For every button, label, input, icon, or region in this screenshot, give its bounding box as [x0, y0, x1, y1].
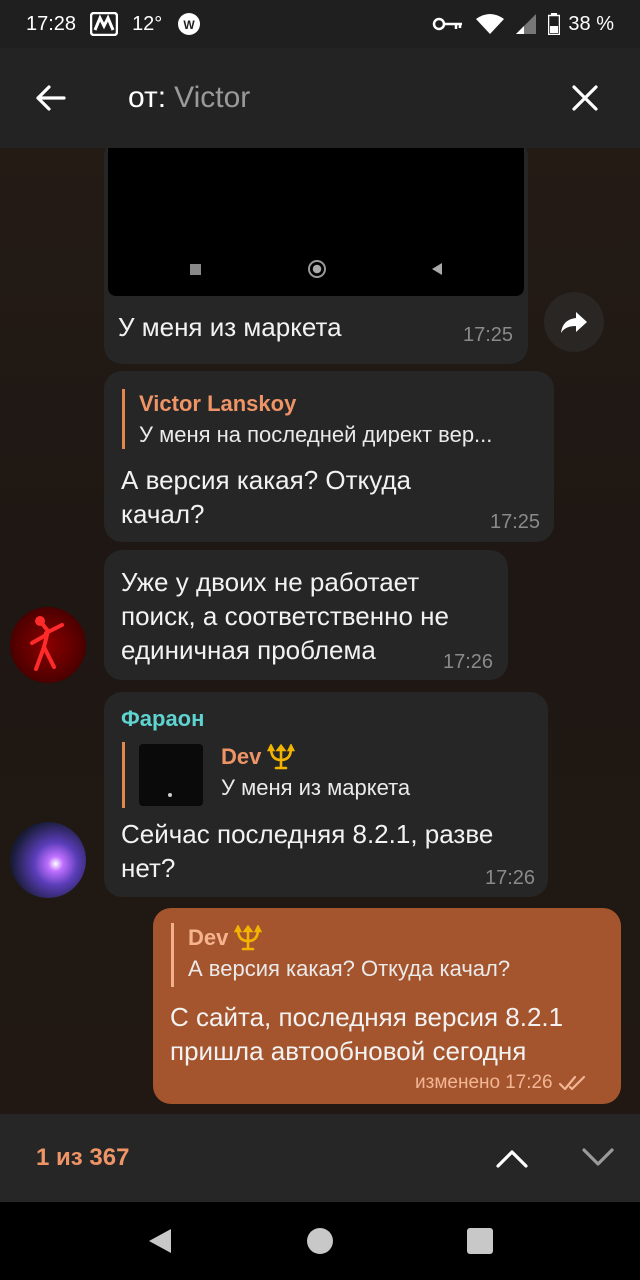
message-bubble[interactable]: Victor Lanskoy У меня на последней дирек…	[104, 371, 554, 542]
search-results-bar: 1 из 367	[0, 1114, 640, 1202]
wifi-icon	[474, 13, 506, 35]
message-bubble[interactable]: Фараон Dev У меня из маркета Сейчас посл…	[104, 692, 548, 897]
status-temperature: 12°	[132, 12, 163, 35]
app-m-icon	[90, 12, 119, 36]
battery-level: 38 %	[568, 12, 614, 35]
message-line: единичная проблема	[121, 635, 376, 665]
triangle-nav-icon	[432, 263, 442, 275]
reply-author-label: Dev	[188, 925, 229, 950]
avatar[interactable]	[10, 607, 86, 683]
message-line: нет?	[121, 853, 176, 883]
message-time: 17:26	[485, 867, 536, 889]
message-text: С сайта, последняя версия 8.2.1 пришла а…	[170, 1000, 563, 1068]
back-button[interactable]	[0, 48, 100, 148]
message-time: 17:25	[490, 511, 541, 533]
weather-icon: W	[176, 11, 202, 37]
triangle-back-icon	[149, 1229, 171, 1253]
recents-square-icon	[467, 1228, 493, 1254]
reply-content: Dev У меня из маркета	[221, 742, 521, 804]
message-time: 17:26	[443, 651, 494, 673]
search-header: от:	[0, 48, 640, 148]
reply-author-label: Dev	[221, 744, 262, 769]
signal-icon	[514, 13, 540, 35]
message-bubble[interactable]: У меня из маркета 17:25	[104, 148, 528, 364]
message-line: пришла автообновой сегодня	[170, 1036, 527, 1066]
thumbnail-dot	[168, 793, 172, 797]
status-time: 17:28	[26, 12, 77, 35]
message-time: 17:26	[505, 1072, 553, 1093]
battery-icon	[548, 13, 561, 35]
reply-author: Victor Lanskoy	[139, 391, 297, 416]
previous-result-button[interactable]	[472, 1114, 552, 1202]
svg-text:W: W	[184, 18, 196, 32]
message-text: Уже у двоих не работает поиск, а соответ…	[121, 565, 449, 667]
message-line: Сейчас последняя 8.2.1, разве	[121, 819, 494, 849]
reply-author: Dev	[188, 923, 601, 953]
message-text: У меня из маркета	[118, 312, 342, 342]
close-search-button[interactable]	[540, 48, 630, 148]
chat-area[interactable]: У меня из маркета 17:25 Victor Lanskoy У…	[0, 148, 640, 1114]
search-input[interactable]	[174, 81, 535, 115]
chevron-up-icon	[496, 1150, 528, 1168]
reply-author: Dev	[221, 742, 521, 772]
chevron-down-icon	[582, 1148, 614, 1166]
home-circle-icon	[307, 1228, 333, 1254]
share-arrow-icon	[561, 312, 587, 333]
status-bar: 17:28 12° W 38 %	[0, 0, 640, 48]
trident-icon	[267, 744, 296, 770]
trident-icon	[234, 925, 263, 951]
next-result-button[interactable]	[558, 1114, 638, 1202]
message-line: поиск, а соответственно не	[121, 601, 449, 631]
reply-thumbnail	[139, 744, 203, 806]
edited-label: изменено	[415, 1072, 501, 1093]
message-line: С сайта, последняя версия 8.2.1	[170, 1002, 564, 1032]
reply-quote[interactable]: Dev А версия какая? Откуда качал?	[171, 923, 601, 987]
message-meta: изменено 17:26	[415, 1072, 588, 1094]
message-line: качал?	[121, 499, 205, 529]
system-back-button[interactable]	[120, 1202, 200, 1280]
avatar[interactable]	[10, 822, 86, 898]
circle-nav-icon	[308, 260, 326, 278]
sender-name[interactable]: Фараон	[121, 706, 204, 732]
message-time: 17:25	[463, 324, 514, 346]
reply-snippet: У меня из маркета	[221, 775, 411, 800]
arrow-left-icon	[36, 85, 66, 111]
square-nav-icon	[190, 264, 201, 275]
search-filter-label: от:	[128, 81, 167, 114]
system-home-button[interactable]	[280, 1202, 360, 1280]
system-navigation-bar	[0, 1202, 640, 1280]
search-result-counter: 1 из 367	[36, 1144, 130, 1171]
system-recents-button[interactable]	[440, 1202, 520, 1280]
forward-button[interactable]	[544, 292, 604, 352]
message-bubble-outgoing[interactable]: Dev А версия какая? Откуда качал? С сайт…	[153, 908, 621, 1104]
message-text: А версия какая? Откуда качал?	[121, 463, 411, 531]
message-bubble[interactable]: Уже у двоих не работает поиск, а соответ…	[104, 550, 508, 680]
reply-quote[interactable]: Victor Lanskoy У меня на последней дирек…	[122, 389, 542, 449]
double-check-icon	[558, 1075, 585, 1091]
reply-quote[interactable]: Dev У меня из маркета	[122, 742, 532, 808]
message-line: Уже у двоих не работает	[121, 567, 420, 597]
avatar-figure-icon	[30, 616, 64, 671]
key-icon	[432, 14, 466, 34]
message-text: Сейчас последняя 8.2.1, разве нет?	[121, 817, 493, 885]
reply-snippet: А версия какая? Откуда качал?	[188, 956, 511, 981]
close-icon	[572, 85, 598, 111]
message-image[interactable]	[108, 148, 524, 296]
message-line: А версия какая? Откуда	[121, 465, 411, 495]
reply-snippet: У меня на последней директ вер...	[139, 422, 493, 447]
